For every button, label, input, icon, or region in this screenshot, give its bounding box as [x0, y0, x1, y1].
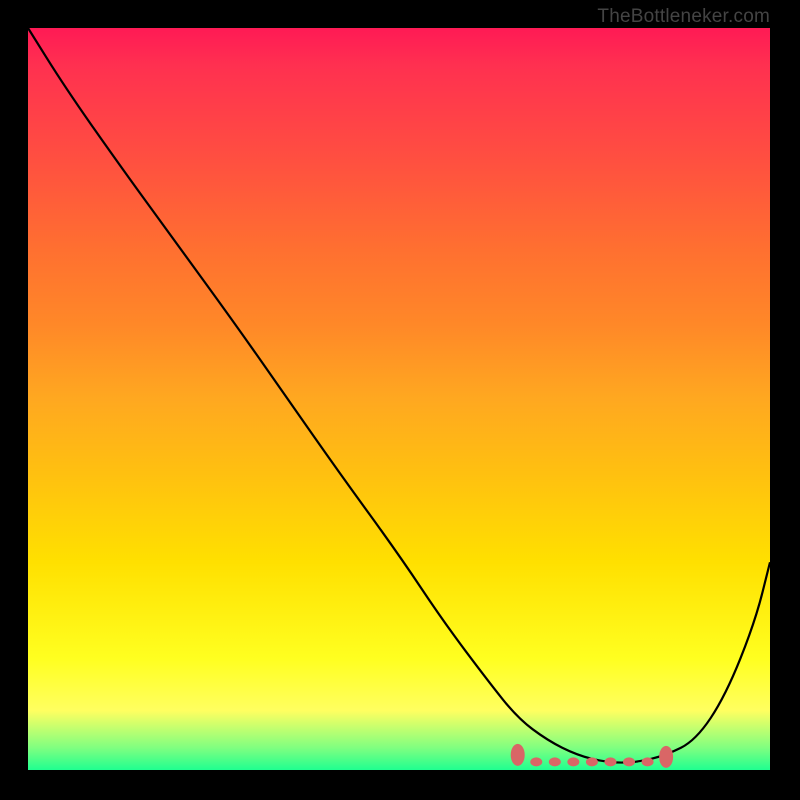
chart-svg: [28, 28, 770, 770]
chart-area: [28, 28, 770, 770]
optimal-marker: [586, 757, 598, 766]
optimal-marker: [604, 757, 616, 766]
optimal-marker: [659, 746, 673, 768]
watermark-text: TheBottleneker.com: [597, 6, 770, 28]
optimal-marker: [549, 757, 561, 766]
bottleneck-curve: [28, 28, 770, 763]
optimal-marker: [642, 757, 654, 766]
optimal-marker: [511, 744, 525, 766]
optimal-marker: [530, 757, 542, 766]
optimal-markers: [511, 744, 673, 768]
optimal-marker: [567, 757, 579, 766]
optimal-marker: [623, 757, 635, 766]
